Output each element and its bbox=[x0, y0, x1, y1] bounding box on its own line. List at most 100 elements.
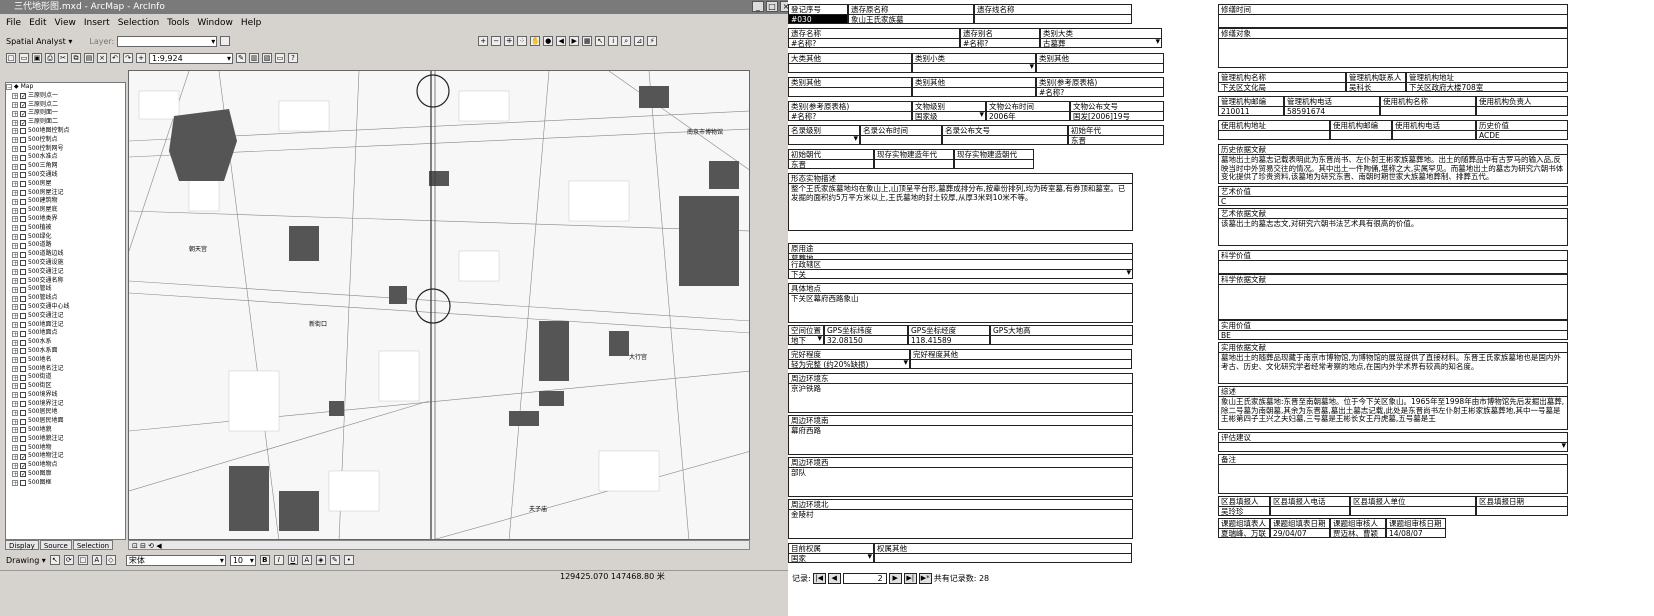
tab-display[interactable]: Display bbox=[5, 540, 39, 550]
toc-layer-item[interactable]: + ✓ 500地物注记 bbox=[6, 452, 125, 461]
editor-icon[interactable]: ✎ bbox=[236, 53, 246, 63]
ownership-other-field[interactable] bbox=[874, 553, 1132, 563]
cat-other-field[interactable] bbox=[788, 87, 912, 97]
repair-time-field[interactable] bbox=[1218, 14, 1568, 28]
expand-icon[interactable]: + bbox=[12, 251, 18, 258]
toc-layer-item[interactable]: +500交通注记 bbox=[6, 312, 125, 321]
new-record-button[interactable]: ▶* bbox=[918, 573, 932, 584]
scale-combo[interactable]: 1:9,924 bbox=[149, 52, 233, 64]
paste-icon[interactable]: ▤ bbox=[84, 53, 94, 63]
expand-icon[interactable]: + bbox=[12, 357, 18, 364]
collapse-icon[interactable]: − bbox=[6, 84, 12, 91]
layer-checkbox[interactable] bbox=[20, 286, 26, 293]
layer-combo[interactable] bbox=[117, 35, 218, 47]
toc-layer-item[interactable]: +500道路 bbox=[6, 241, 125, 250]
toc-layer-item[interactable]: +500地名注记 bbox=[6, 365, 125, 374]
bold-icon[interactable]: B bbox=[259, 555, 270, 565]
expand-icon[interactable]: + bbox=[12, 313, 18, 320]
toc-layer-item[interactable]: +500地物 bbox=[6, 444, 125, 453]
delete-icon[interactable]: × bbox=[97, 53, 107, 63]
fixed-zoom-in-icon[interactable]: ⁜ bbox=[504, 36, 515, 46]
north-field[interactable]: 金陵村 bbox=[788, 509, 1133, 539]
toc-layer-item[interactable]: +500交通设施 bbox=[6, 259, 125, 268]
team-fill-field[interactable]: 夏瑞峰、万联 bbox=[1218, 528, 1270, 538]
expand-icon[interactable]: + bbox=[12, 207, 18, 214]
heritage-line-field[interactable] bbox=[974, 14, 1132, 24]
toc-layer-item[interactable]: +500房屋注记 bbox=[6, 189, 125, 198]
sub-small-dropdown[interactable] bbox=[912, 63, 1036, 73]
layer-checkbox[interactable] bbox=[20, 357, 26, 364]
command-line-icon[interactable]: ▭ bbox=[275, 53, 285, 63]
layer-checkbox[interactable] bbox=[20, 216, 26, 223]
select-features-icon[interactable]: ▦ bbox=[582, 36, 593, 46]
layer-checkbox[interactable]: ✓ bbox=[20, 93, 26, 100]
toc-layer-item[interactable]: + ✓ 三原则面一 bbox=[6, 109, 125, 118]
layer-checkbox[interactable] bbox=[20, 295, 26, 302]
toc-layer-item[interactable]: +500地名 bbox=[6, 356, 125, 365]
toc-layer-item[interactable]: +500地类界 bbox=[6, 215, 125, 224]
layer-checkbox[interactable] bbox=[20, 313, 26, 320]
last-record-button[interactable]: ▶| bbox=[903, 573, 917, 584]
toc-layer-item[interactable]: + ✓ 三原则面二 bbox=[6, 118, 125, 127]
expand-icon[interactable]: + bbox=[12, 101, 18, 108]
expand-icon[interactable]: + bbox=[12, 365, 18, 372]
east-field[interactable]: 京沪铁路 bbox=[788, 383, 1133, 413]
tab-selection[interactable]: Selection bbox=[72, 540, 114, 550]
remain-era-field[interactable] bbox=[874, 159, 954, 169]
damage-dropdown[interactable]: 轻为完整 (约20%缺损) bbox=[788, 359, 910, 369]
layer-checkbox[interactable] bbox=[20, 242, 26, 249]
expand-icon[interactable]: + bbox=[12, 181, 18, 188]
heritage-level-dropdown[interactable]: 国家级 bbox=[912, 111, 986, 121]
layer-checkbox[interactable] bbox=[20, 137, 26, 144]
cat-ref-field[interactable]: #名称? bbox=[788, 111, 912, 121]
layer-checkbox[interactable] bbox=[20, 480, 26, 487]
toc-layer-item[interactable]: +500绿化 bbox=[6, 233, 125, 242]
minimize-icon[interactable]: _ bbox=[752, 1, 764, 12]
mgmt-phone-field[interactable]: 58591674 bbox=[1284, 106, 1380, 116]
famous-level-dropdown[interactable] bbox=[788, 135, 860, 145]
redo-icon[interactable]: ↷ bbox=[123, 53, 133, 63]
menu-selection[interactable]: Selection bbox=[118, 18, 159, 30]
expand-icon[interactable]: + bbox=[12, 269, 18, 276]
location-field[interactable]: 下关区幕府西路象山 bbox=[788, 293, 1133, 323]
expand-icon[interactable]: + bbox=[12, 189, 18, 196]
expand-icon[interactable]: + bbox=[12, 401, 18, 408]
layer-checkbox[interactable] bbox=[20, 181, 26, 188]
menu-tools[interactable]: Tools bbox=[167, 18, 189, 30]
menu-window[interactable]: Window bbox=[197, 18, 233, 30]
expand-icon[interactable]: + bbox=[12, 348, 18, 355]
sub-other-field[interactable] bbox=[1036, 63, 1164, 73]
open-icon[interactable]: ▭ bbox=[19, 53, 29, 63]
expand-icon[interactable]: + bbox=[12, 480, 18, 487]
selection-circle-top[interactable] bbox=[416, 74, 450, 108]
layer-checkbox[interactable] bbox=[20, 304, 26, 311]
expand-icon[interactable]: + bbox=[12, 427, 18, 434]
toc-layer-item[interactable]: +500建筑物 bbox=[6, 197, 125, 206]
layer-checkbox[interactable] bbox=[20, 330, 26, 337]
current-desc-field[interactable]: 整个王氏家族墓地均在象山上,山顶呈平台形,墓葬成排分布,按辈份排列,均为砖室墓,… bbox=[788, 183, 1133, 231]
layer-checkbox[interactable] bbox=[20, 145, 26, 152]
south-field[interactable]: 幕府西路 bbox=[788, 425, 1133, 455]
expand-icon[interactable]: + bbox=[12, 471, 18, 478]
prac-value-field[interactable]: BE bbox=[1218, 330, 1568, 340]
prac-doc-field[interactable]: 墓地出土的随葬品现藏于南京市博物馆,为博物馆的展览提供了直接材料。东晋王氏家族墓… bbox=[1218, 352, 1568, 384]
toc-layer-item[interactable]: + ✓ 三原则点二 bbox=[6, 101, 125, 110]
team-check-field[interactable]: 贾迈林、曹颖 bbox=[1330, 528, 1386, 538]
layer-checkbox[interactable] bbox=[20, 383, 26, 390]
expand-icon[interactable]: + bbox=[12, 128, 18, 135]
expand-icon[interactable]: + bbox=[12, 374, 18, 381]
heritage-alias-field[interactable]: #名称? bbox=[960, 38, 1040, 48]
select-elements-icon[interactable]: ↖ bbox=[595, 36, 606, 46]
layer-checkbox[interactable] bbox=[20, 401, 26, 408]
rectangle-icon[interactable]: □ bbox=[77, 555, 88, 565]
layer-checkbox[interactable] bbox=[20, 163, 26, 170]
italic-icon[interactable]: I bbox=[273, 555, 284, 565]
art-doc-field[interactable]: 该墓出土的墓志志文,对研究六朝书法艺术具有很高的价值。 bbox=[1218, 218, 1568, 246]
next-record-button[interactable]: ▶ bbox=[888, 573, 902, 584]
pan-icon[interactable]: ✋ bbox=[530, 36, 541, 46]
hist-value-field[interactable]: ACDE bbox=[1476, 130, 1568, 140]
expand-icon[interactable]: + bbox=[12, 462, 18, 469]
layer-checkbox[interactable] bbox=[20, 445, 26, 452]
gps-lon-field[interactable]: 118.41589 bbox=[908, 335, 990, 345]
arccatalog-icon[interactable]: ▧ bbox=[262, 53, 272, 63]
